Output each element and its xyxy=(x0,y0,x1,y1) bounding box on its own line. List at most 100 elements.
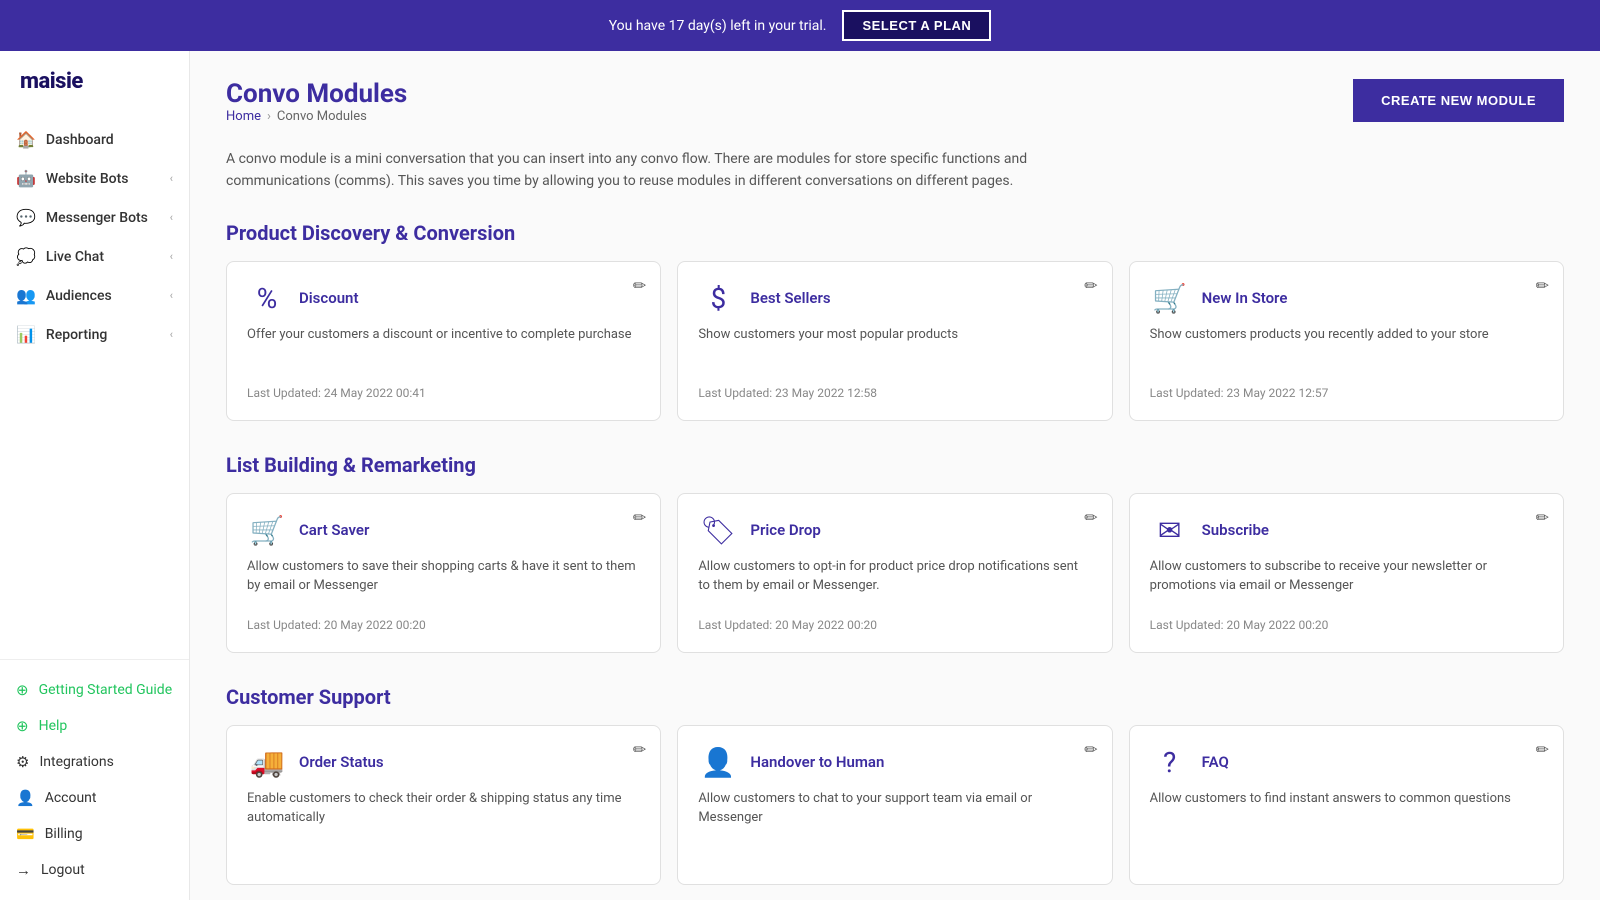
module-edit-faq[interactable]: ✏ xyxy=(1536,740,1549,759)
faq-icon: ? xyxy=(1150,746,1190,779)
module-title-cart-saver[interactable]: Cart Saver xyxy=(299,521,369,539)
discount-icon: % xyxy=(247,282,287,315)
module-desc-discount: Offer your customers a discount or incen… xyxy=(247,325,640,374)
sidebar-item-messenger-bots[interactable]: 💬 Messenger Bots ‹ xyxy=(0,198,189,237)
module-desc-order-status: Enable customers to check their order & … xyxy=(247,789,640,852)
dashboard-icon: 🏠 xyxy=(16,130,36,149)
main-content: Convo Modules Home › Convo Modules CREAT… xyxy=(190,51,1600,900)
module-card-handover-to-human: 👤 Handover to Human ✏ Allow customers to… xyxy=(677,725,1112,885)
sidebar-label-audiences: Audiences xyxy=(46,288,112,304)
page-header: Convo Modules Home › Convo Modules CREAT… xyxy=(226,79,1564,142)
sidebar-item-live-chat[interactable]: 💭 Live Chat ‹ xyxy=(0,237,189,276)
messenger-bots-icon: 💬 xyxy=(16,208,36,227)
sidebar-item-dashboard[interactable]: 🏠 Dashboard xyxy=(0,120,189,159)
sidebar-label-dashboard: Dashboard xyxy=(46,132,114,148)
page-title: Convo Modules xyxy=(226,79,407,109)
module-grid-product-discovery: % Discount ✏ Offer your customers a disc… xyxy=(226,261,1564,421)
chevron-icon-reporting: ‹ xyxy=(170,328,173,341)
breadcrumb: Home › Convo Modules xyxy=(226,109,407,124)
sidebar-label-billing: Billing xyxy=(45,826,83,842)
section-customer-support: Customer Support 🚚 Order Status ✏ Enable… xyxy=(226,685,1564,885)
module-title-order-status[interactable]: Order Status xyxy=(299,753,384,771)
module-footer-new-in-store: Last Updated: 23 May 2022 12:57 xyxy=(1150,386,1543,400)
module-desc-cart-saver: Allow customers to save their shopping c… xyxy=(247,557,640,606)
module-card-new-in-store: 🛒 New In Store ✏ Show customers products… xyxy=(1129,261,1564,421)
help-icon: ⊕ xyxy=(16,717,29,735)
module-desc-best-sellers: Show customers your most popular product… xyxy=(698,325,1091,374)
module-card-order-status: 🚚 Order Status ✏ Enable customers to che… xyxy=(226,725,661,885)
breadcrumb-separator: › xyxy=(267,109,271,124)
module-title-handover-to-human[interactable]: Handover to Human xyxy=(750,753,884,771)
module-edit-cart-saver[interactable]: ✏ xyxy=(633,508,646,527)
sidebar-item-account[interactable]: 👤 Account xyxy=(0,780,189,816)
module-footer-discount: Last Updated: 24 May 2022 00:41 xyxy=(247,386,640,400)
sidebar-item-integrations[interactable]: ⚙ Integrations xyxy=(0,744,189,780)
logout-icon: → xyxy=(16,861,31,879)
sidebar-item-website-bots[interactable]: 🤖 Website Bots ‹ xyxy=(0,159,189,198)
cart-saver-icon: 🛒 xyxy=(247,514,287,547)
module-title-subscribe[interactable]: Subscribe xyxy=(1202,521,1269,539)
module-card-best-sellers: $ Best Sellers ✏ Show customers your mos… xyxy=(677,261,1112,421)
account-icon: 👤 xyxy=(16,789,35,807)
module-edit-handover-to-human[interactable]: ✏ xyxy=(1084,740,1097,759)
website-bots-icon: 🤖 xyxy=(16,169,36,188)
module-footer-subscribe: Last Updated: 20 May 2022 00:20 xyxy=(1150,618,1543,632)
select-plan-button[interactable]: SELECT A PLAN xyxy=(842,10,991,41)
module-edit-price-drop[interactable]: ✏ xyxy=(1084,508,1097,527)
billing-icon: 💳 xyxy=(16,825,35,843)
module-title-best-sellers[interactable]: Best Sellers xyxy=(750,289,830,307)
breadcrumb-home[interactable]: Home xyxy=(226,109,261,124)
new-in-store-icon: 🛒 xyxy=(1150,282,1190,315)
module-card-cart-saver: 🛒 Cart Saver ✏ Allow customers to save t… xyxy=(226,493,661,653)
handover-to-human-icon: 👤 xyxy=(698,746,738,779)
banner-text: You have 17 day(s) left in your trial. xyxy=(609,18,827,34)
module-edit-order-status[interactable]: ✏ xyxy=(633,740,646,759)
sidebar-label-logout: Logout xyxy=(41,862,85,878)
sidebar: maisie 🏠 Dashboard 🤖 Website Bots ‹ 💬 Me… xyxy=(0,51,190,900)
module-title-new-in-store[interactable]: New In Store xyxy=(1202,289,1288,307)
sidebar-nav: 🏠 Dashboard 🤖 Website Bots ‹ 💬 Messenger… xyxy=(0,112,189,659)
app-logo: maisie xyxy=(0,51,189,112)
section-title-product-discovery: Product Discovery & Conversion xyxy=(226,221,1564,245)
sidebar-label-account: Account xyxy=(45,790,97,806)
section-list-building: List Building & Remarketing 🛒 Cart Saver… xyxy=(226,453,1564,653)
getting-started-icon: ⊕ xyxy=(16,681,29,699)
chevron-icon-messenger-bots: ‹ xyxy=(170,211,173,224)
module-title-discount[interactable]: Discount xyxy=(299,289,358,307)
module-title-price-drop[interactable]: Price Drop xyxy=(750,521,820,539)
module-card-subscribe: ✉ Subscribe ✏ Allow customers to subscri… xyxy=(1129,493,1564,653)
module-desc-faq: Allow customers to find instant answers … xyxy=(1150,789,1543,852)
chevron-icon-audiences: ‹ xyxy=(170,289,173,302)
module-edit-subscribe[interactable]: ✏ xyxy=(1536,508,1549,527)
module-edit-best-sellers[interactable]: ✏ xyxy=(1084,276,1097,295)
sidebar-item-help[interactable]: ⊕ Help xyxy=(0,708,189,744)
sections-container: Product Discovery & Conversion % Discoun… xyxy=(226,221,1564,885)
subscribe-icon: ✉ xyxy=(1150,514,1190,547)
sidebar-item-logout[interactable]: → Logout xyxy=(0,852,189,888)
chevron-icon-website-bots: ‹ xyxy=(170,172,173,185)
sidebar-label-help: Help xyxy=(39,718,68,734)
module-edit-discount[interactable]: ✏ xyxy=(633,276,646,295)
section-product-discovery: Product Discovery & Conversion % Discoun… xyxy=(226,221,1564,421)
module-card-faq: ? FAQ ✏ Allow customers to find instant … xyxy=(1129,725,1564,885)
sidebar-item-reporting[interactable]: 📊 Reporting ‹ xyxy=(0,315,189,354)
module-card-price-drop: 🏷 Price Drop ✏ Allow customers to opt-in… xyxy=(677,493,1112,653)
reporting-icon: 📊 xyxy=(16,325,36,344)
create-module-button[interactable]: CREATE NEW MODULE xyxy=(1353,79,1564,122)
breadcrumb-current: Convo Modules xyxy=(277,109,367,124)
sidebar-bottom: ⊕ Getting Started Guide ⊕ Help ⚙ Integra… xyxy=(0,659,189,900)
sidebar-item-audiences[interactable]: 👥 Audiences ‹ xyxy=(0,276,189,315)
module-card-discount: % Discount ✏ Offer your customers a disc… xyxy=(226,261,661,421)
module-edit-new-in-store[interactable]: ✏ xyxy=(1536,276,1549,295)
module-title-faq[interactable]: FAQ xyxy=(1202,753,1229,771)
module-desc-price-drop: Allow customers to opt-in for product pr… xyxy=(698,557,1091,606)
sidebar-item-getting-started[interactable]: ⊕ Getting Started Guide xyxy=(0,672,189,708)
sidebar-label-website-bots: Website Bots xyxy=(46,171,129,187)
section-title-list-building: List Building & Remarketing xyxy=(226,453,1564,477)
order-status-icon: 🚚 xyxy=(247,746,287,779)
module-grid-list-building: 🛒 Cart Saver ✏ Allow customers to save t… xyxy=(226,493,1564,653)
sidebar-label-getting-started: Getting Started Guide xyxy=(39,682,173,698)
module-desc-subscribe: Allow customers to subscribe to receive … xyxy=(1150,557,1543,606)
sidebar-item-billing[interactable]: 💳 Billing xyxy=(0,816,189,852)
section-title-customer-support: Customer Support xyxy=(226,685,1564,709)
